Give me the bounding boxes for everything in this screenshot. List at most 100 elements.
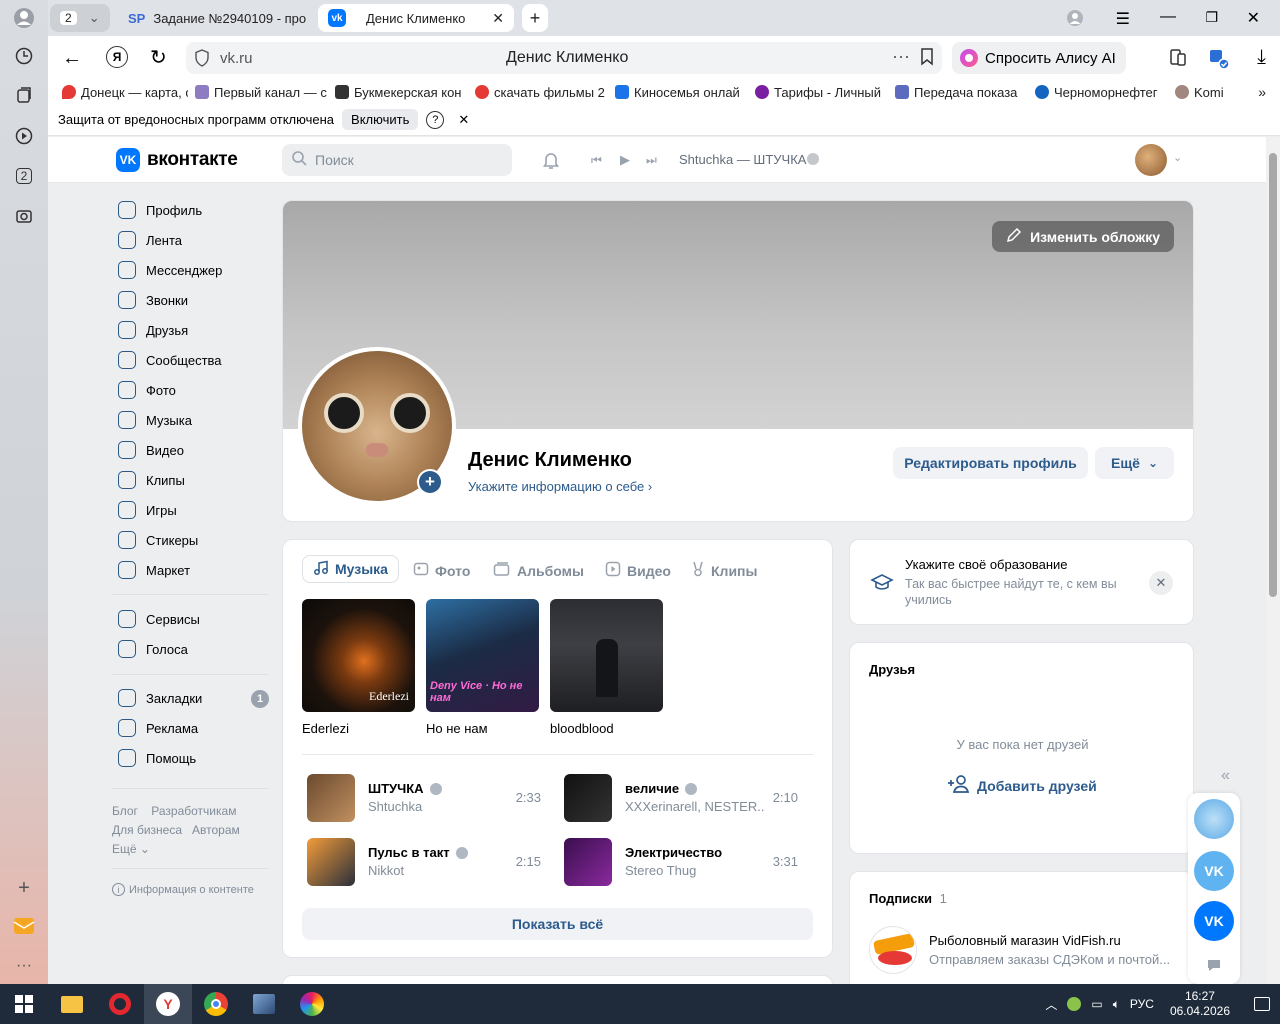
track-row[interactable]: величие XXXerinarell, NESTER... 2:10	[564, 774, 804, 822]
history-icon[interactable]	[12, 44, 36, 68]
subscription-name[interactable]: Рыболовный магазин VidFish.ru	[929, 933, 1121, 948]
sidebar-item[interactable]: Видео	[118, 440, 184, 460]
track-title[interactable]: величие	[625, 781, 698, 796]
vk-search-input[interactable]: Поиск	[282, 144, 512, 176]
windows-start-icon[interactable]	[0, 984, 48, 1024]
track-title[interactable]: Пульс в такт	[368, 845, 468, 860]
player-track-title[interactable]: Shtuchka — ШТУЧКА	[679, 152, 806, 167]
bookmark-item[interactable]: Киносемья онлай	[608, 85, 748, 100]
reading-list-icon[interactable]	[1168, 48, 1188, 71]
sidebar-item[interactable]: Маркет	[118, 560, 190, 580]
album-title[interactable]: Но не нам	[426, 721, 488, 736]
help-icon[interactable]: ?	[426, 110, 445, 129]
next-track-icon[interactable]: ⏭	[646, 153, 657, 168]
chevron-down-icon[interactable]: ⌄	[1173, 151, 1182, 164]
track-title[interactable]: ШТУЧКА	[368, 781, 442, 796]
album-cover[interactable]	[550, 599, 663, 712]
account-icon[interactable]	[1066, 9, 1084, 30]
footer-link[interactable]: Блог	[112, 804, 138, 818]
globe-app-icon[interactable]	[1194, 799, 1234, 839]
user-avatar[interactable]	[1135, 144, 1167, 176]
profile-about-link[interactable]: Укажите информацию о себе ›	[468, 479, 652, 494]
sidebar-item[interactable]: Музыка	[118, 410, 192, 430]
footer-link[interactable]: Авторам	[192, 823, 240, 837]
tab-photo[interactable]: Фото	[413, 561, 470, 580]
bookmark-item[interactable]: Черноморнефтег	[1028, 85, 1168, 100]
tab-albums[interactable]: Альбомы	[493, 561, 584, 580]
menu-icon[interactable]: ☰	[1116, 9, 1130, 29]
change-cover-button[interactable]: Изменить обложку	[992, 221, 1174, 252]
close-window-icon[interactable]: ✕	[1247, 8, 1260, 28]
track-artist[interactable]: XXXerinarell, NESTER...	[625, 799, 765, 814]
bookmark-item[interactable]: скачать фильмы 2	[468, 85, 608, 100]
edit-profile-button[interactable]: Редактировать профиль	[893, 447, 1088, 479]
language-indicator[interactable]: РУС	[1130, 997, 1154, 1011]
sidebar-item[interactable]: Мессенджер	[118, 260, 222, 280]
track-row[interactable]: Пульс в такт Nikkot 2:15	[307, 838, 547, 886]
track-cover[interactable]	[307, 838, 355, 886]
footer-link[interactable]: Ещё	[112, 842, 137, 856]
notifications-bell-icon[interactable]	[541, 150, 561, 173]
track-cover[interactable]	[564, 774, 612, 822]
more-dots-icon[interactable]: ···	[892, 46, 910, 67]
mail-icon[interactable]	[12, 914, 36, 938]
image-editor-icon[interactable]	[240, 984, 288, 1024]
track-artist[interactable]: Shtuchka	[368, 799, 508, 814]
tab-clips[interactable]: Клипы	[691, 561, 757, 580]
url-field[interactable]: vk.ru Денис Клименко ···	[186, 42, 942, 74]
more-profile-button[interactable]: Ещё ⌄	[1095, 447, 1174, 479]
tray-expand-icon[interactable]: ︿	[1045, 996, 1057, 1013]
sidebar-item[interactable]: Стикеры	[118, 530, 198, 550]
reload-icon[interactable]: ↻	[150, 45, 167, 70]
footer-link[interactable]: Разработчикам	[151, 804, 236, 818]
track-title[interactable]: Электричество	[625, 845, 722, 860]
track-cover[interactable]	[307, 774, 355, 822]
album-title[interactable]: Ederlezi	[302, 721, 349, 736]
vk-logo[interactable]: VK вконтакте	[116, 148, 238, 172]
sidebar-item[interactable]: Сообщества	[118, 350, 222, 370]
track-row[interactable]: ШТУЧКА Shtuchka 2:33	[307, 774, 547, 822]
download-icon[interactable]: ⤓	[1257, 46, 1266, 69]
sidebar-item[interactable]: Закладки	[118, 688, 202, 708]
add-friends-button[interactable]: Добавить друзей	[947, 774, 1097, 797]
sidebar-item[interactable]: Голоса	[118, 639, 188, 659]
friends-title[interactable]: Друзья	[869, 662, 915, 677]
album-cover[interactable]: Deny Vice · Но не нам	[426, 599, 539, 712]
more-bookmarks-icon[interactable]: »	[1258, 84, 1266, 100]
yandex-browser-icon[interactable]: Y	[144, 984, 192, 1024]
sidebar-item[interactable]: Друзья	[118, 320, 188, 340]
education-title[interactable]: Укажите своё образование	[905, 557, 1068, 572]
vk-messenger-icon[interactable]: VK	[1194, 901, 1234, 941]
network-icon[interactable]: ▭	[1091, 997, 1102, 1011]
album-title[interactable]: bloodblood	[550, 721, 614, 736]
profile-icon[interactable]	[12, 6, 36, 30]
close-icon[interactable]: ✕	[1149, 571, 1173, 595]
color-app-icon[interactable]	[288, 984, 336, 1024]
play-icon[interactable]	[12, 124, 36, 148]
add-photo-button[interactable]: +	[417, 469, 443, 495]
ask-alice-button[interactable]: Спросить Алису AI	[952, 42, 1126, 74]
vidfish-logo[interactable]	[869, 926, 917, 974]
sidebar-item[interactable]: Клипы	[118, 470, 185, 490]
track-artist[interactable]: Stereo Thug	[625, 863, 765, 878]
bookmark-item[interactable]: Букмекерская кон	[328, 85, 468, 100]
sidebar-item[interactable]: Реклама	[118, 718, 198, 738]
show-all-button[interactable]: Показать всё	[302, 908, 813, 940]
chrome-icon[interactable]	[192, 984, 240, 1024]
notification-center-icon[interactable]	[1254, 997, 1270, 1011]
subscriptions-title[interactable]: Подписки 1	[869, 891, 947, 906]
tab-music[interactable]: Музыка	[302, 555, 399, 583]
sidebar-item[interactable]: Звонки	[118, 290, 188, 310]
extension-icon[interactable]	[1208, 48, 1230, 73]
track-cover[interactable]	[564, 838, 612, 886]
opera-icon[interactable]	[96, 984, 144, 1024]
close-tab-icon[interactable]: ✕	[492, 10, 504, 27]
restore-icon[interactable]: ❐	[1205, 9, 1218, 26]
tab-vk[interactable]: vk Денис Клименко ✕	[318, 4, 514, 32]
sidebar-item[interactable]: Лента	[118, 230, 182, 250]
yandex-icon[interactable]: Я	[106, 46, 128, 68]
collections-icon[interactable]	[12, 84, 36, 108]
back-icon[interactable]: ←	[62, 47, 82, 70]
prev-track-icon[interactable]: ⏮	[591, 153, 602, 168]
new-tab-button[interactable]: +	[522, 4, 548, 32]
